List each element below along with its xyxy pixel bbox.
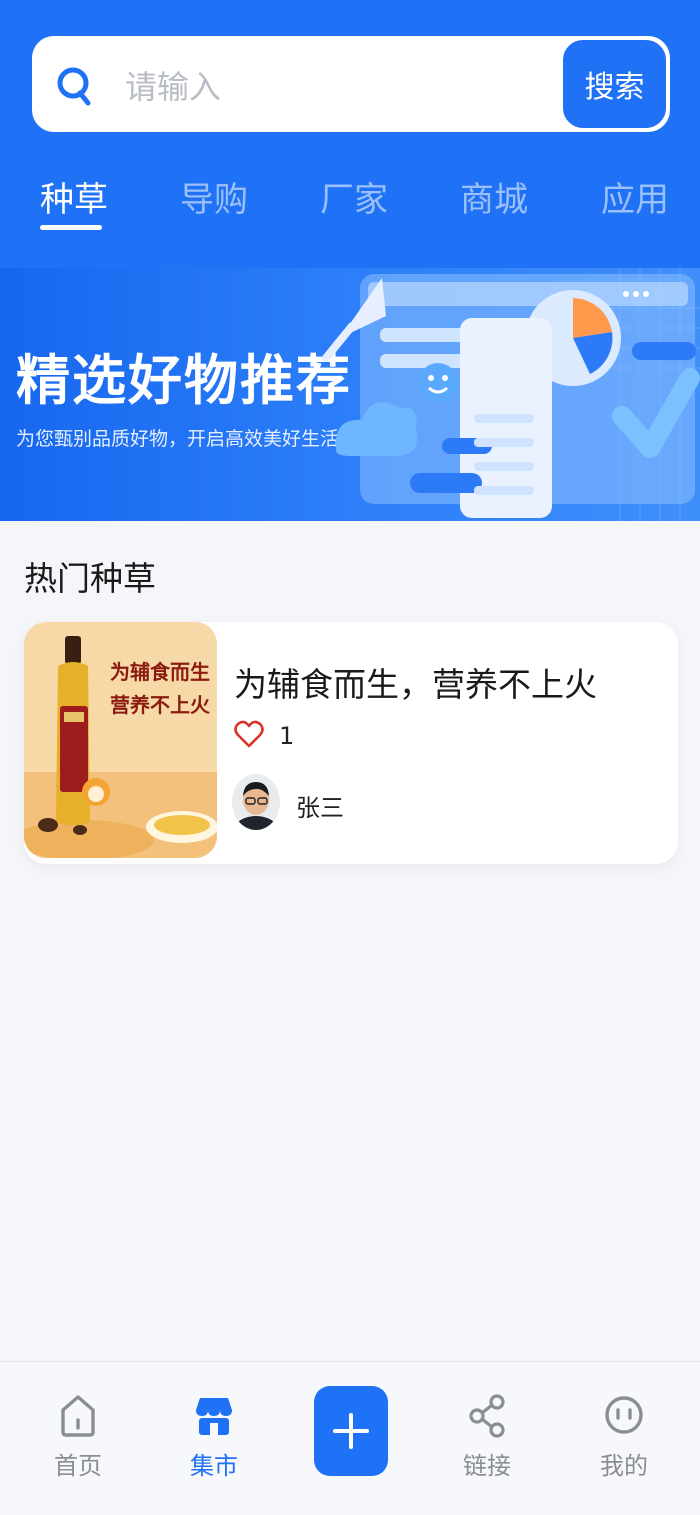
product-image[interactable]: 为辅食而生 营养不上火: [24, 622, 217, 858]
home-icon: [61, 1395, 95, 1437]
like-count: 1: [279, 722, 295, 750]
nav-label-home: 首页: [54, 1452, 102, 1480]
banner-subtitle: 为您甄别品质好物，开启高效美好生活: [16, 428, 340, 450]
active-tab-indicator: [40, 225, 102, 230]
plus-icon: [333, 1413, 369, 1449]
nav-link[interactable]: 链接: [447, 1392, 527, 1481]
banner-title: 精选好物推荐: [16, 349, 352, 412]
image-text-line2: 营养不上火: [110, 693, 211, 717]
image-text-line1: 为辅食而生: [110, 660, 210, 684]
author-name[interactable]: 张三: [296, 788, 344, 823]
nav-market[interactable]: 集市: [174, 1392, 254, 1481]
profile-icon: [605, 1396, 643, 1434]
nav-label-link: 链接: [463, 1452, 511, 1480]
heart-icon[interactable]: [234, 720, 264, 750]
share-icon: [469, 1394, 505, 1438]
nav-label-market: 集市: [190, 1452, 238, 1480]
search-icon: [57, 67, 91, 106]
tab-shangcheng[interactable]: 商城: [460, 172, 528, 221]
tab-zhongcao[interactable]: 种草: [40, 172, 108, 221]
nav-home[interactable]: 首页: [38, 1392, 118, 1481]
add-button[interactable]: [314, 1386, 388, 1476]
banner-illustration: [322, 268, 700, 521]
section-title: 热门种草: [24, 559, 156, 598]
post-title[interactable]: 为辅食而生，营养不上火: [234, 658, 597, 706]
header: 请输入 搜索 种草 导购 厂家 商城 应用: [0, 0, 700, 268]
market-icon: [196, 1398, 232, 1435]
bottom-nav: 首页 集市 链接 我的: [0, 1361, 700, 1515]
tab-changjia[interactable]: 厂家: [320, 172, 388, 221]
tab-daogou[interactable]: 导购: [180, 172, 248, 221]
search-button[interactable]: 搜索: [561, 38, 668, 130]
tab-yingyong[interactable]: 应用: [601, 172, 669, 221]
nav-label-profile: 我的: [600, 1452, 648, 1480]
avatar[interactable]: [232, 774, 280, 830]
search-input[interactable]: 请输入: [125, 62, 221, 108]
promo-banner[interactable]: 精选好物推荐 为您甄别品质好物，开启高效美好生活: [0, 268, 700, 521]
nav-profile[interactable]: 我的: [584, 1392, 664, 1481]
post-card[interactable]: 为辅食而生 营养不上火 为辅食而生，营养不上火 1 张三: [24, 622, 678, 864]
